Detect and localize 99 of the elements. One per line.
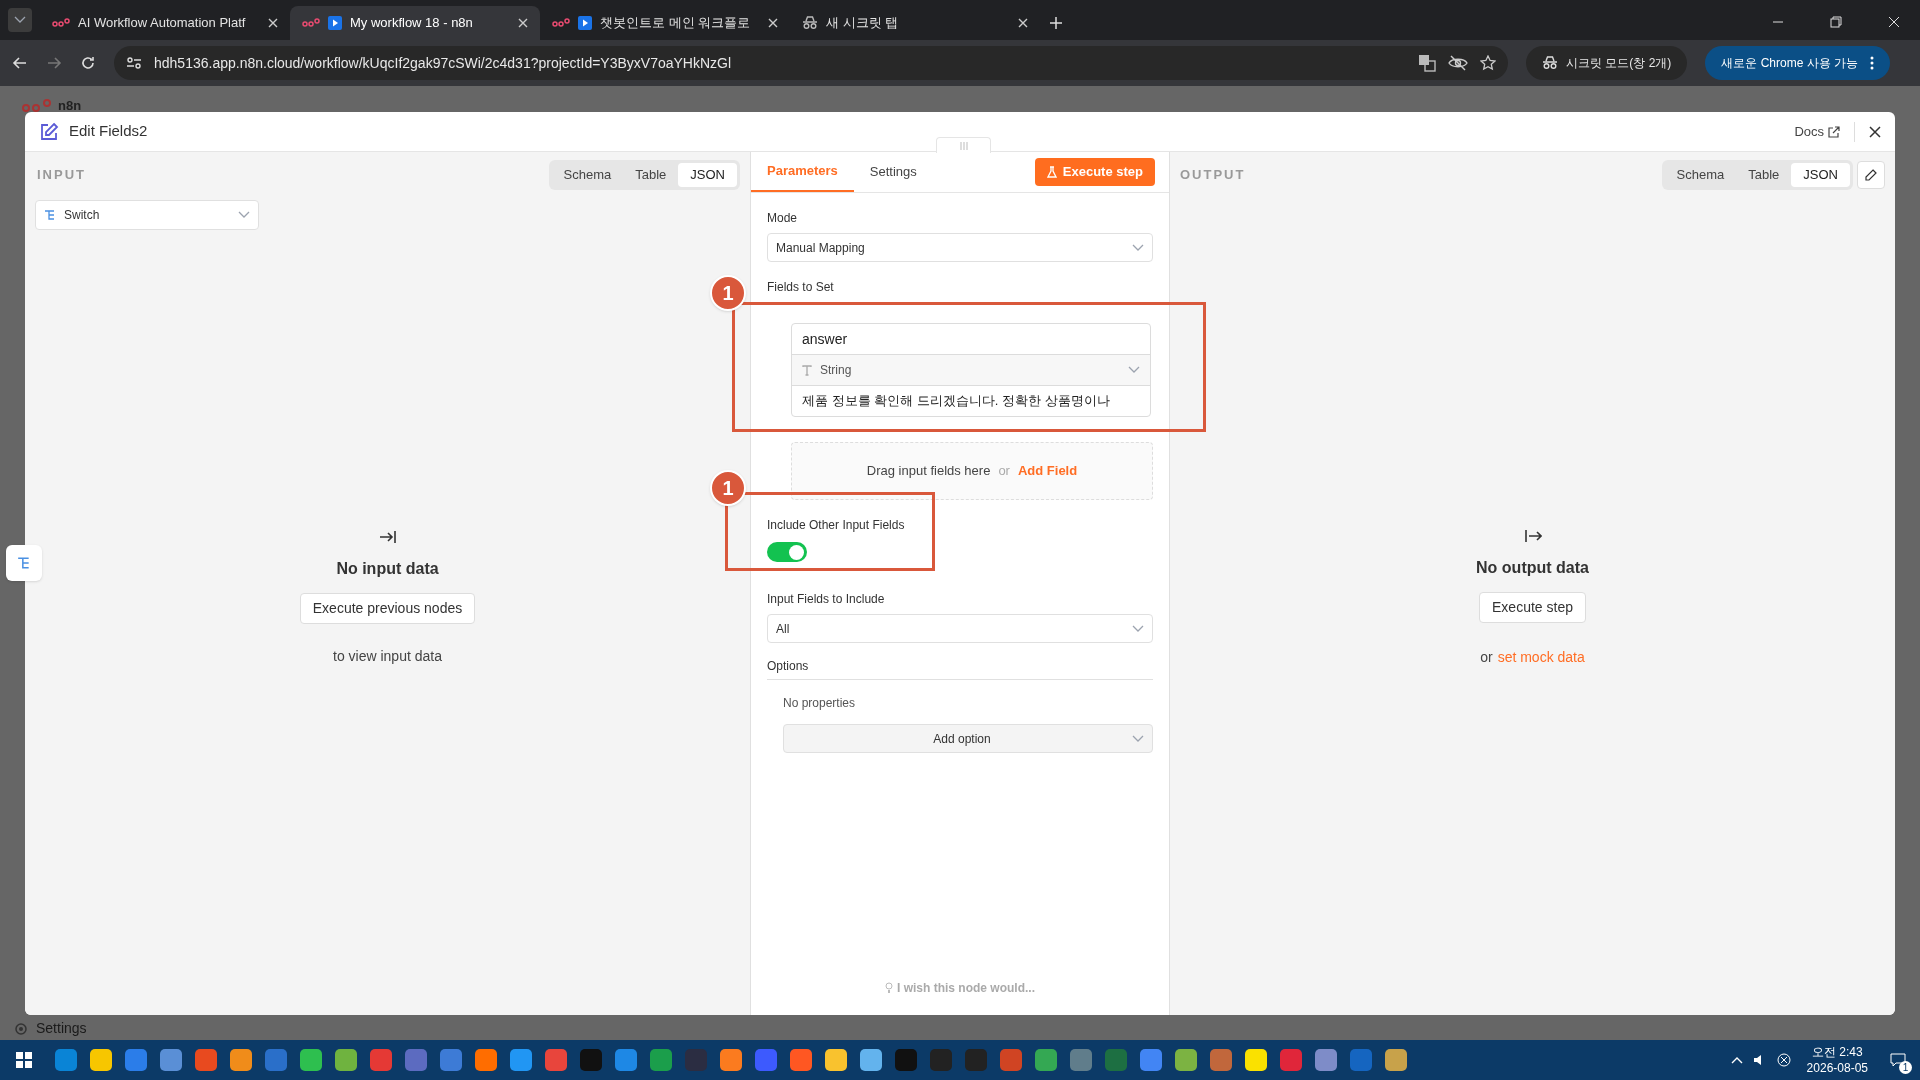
section-label: Fields to Set bbox=[767, 278, 1153, 303]
back-icon[interactable] bbox=[12, 55, 28, 71]
tab-title: 새 시크릿 탭 bbox=[826, 14, 900, 33]
workflow-logo-icon bbox=[52, 18, 70, 28]
eye-slash-icon[interactable] bbox=[1448, 55, 1468, 71]
external-link-icon bbox=[1828, 125, 1840, 138]
text-type-icon bbox=[802, 364, 812, 376]
chevron-down-icon bbox=[1132, 734, 1144, 743]
field-label: Include Other Input Fields bbox=[767, 517, 906, 534]
empty-hint: to view input data bbox=[333, 646, 442, 666]
or-text: or bbox=[998, 462, 1010, 481]
panel-heading: OUTPUT bbox=[1180, 166, 1247, 185]
network-icon[interactable] bbox=[1776, 1053, 1791, 1067]
chevron-down-icon bbox=[1132, 624, 1144, 633]
incognito-icon bbox=[802, 16, 818, 30]
node-select[interactable]: Switch bbox=[35, 200, 259, 230]
reload-icon[interactable] bbox=[80, 55, 96, 71]
tab-list-button[interactable] bbox=[8, 8, 32, 32]
panel-tab[interactable]: Settings bbox=[853, 152, 933, 192]
forward-icon[interactable] bbox=[46, 55, 62, 71]
notification-count: 1 bbox=[1899, 1061, 1912, 1074]
node-select-value: Switch bbox=[64, 207, 101, 224]
view-tab[interactable]: Schema bbox=[551, 163, 624, 187]
tab-title: 챗봇인트로 메인 워크플로 bbox=[600, 14, 752, 33]
drag-handle[interactable] bbox=[936, 137, 991, 153]
play-icon bbox=[328, 16, 342, 30]
type-select[interactable]: String bbox=[792, 355, 1150, 386]
execute-step-button[interactable]: Execute step bbox=[1479, 591, 1586, 623]
empty-title: No input data bbox=[336, 558, 439, 579]
empty-options-text: No properties bbox=[783, 695, 857, 712]
mode-select[interactable]: Manual Mapping bbox=[767, 233, 1153, 262]
windows-start-icon[interactable] bbox=[16, 1052, 32, 1068]
empty-title: No output data bbox=[1476, 557, 1589, 578]
section-label: Options bbox=[767, 657, 1153, 680]
workflow-logo-icon bbox=[302, 18, 320, 28]
tab-title: AI Workflow Automation Platf bbox=[78, 14, 247, 33]
address-bar[interactable]: hdh5136.app.n8n.cloud/workflow/kUqcIf2gak97cSWi/2c4d31?projectId=Y3ByxV7oaYHkNzGl bbox=[114, 46, 1508, 80]
update-chip[interactable]: 새로운 Chrome 사용 가능 bbox=[1705, 46, 1891, 80]
arrow-into-bar-icon bbox=[378, 528, 397, 545]
chevron-down-icon bbox=[1132, 243, 1144, 252]
panel-heading: INPUT bbox=[36, 166, 86, 185]
arrow-from-bar-icon bbox=[1523, 527, 1542, 544]
new-tab-icon[interactable] bbox=[1050, 17, 1062, 29]
settings-icon[interactable] bbox=[14, 1021, 28, 1036]
pencil-icon bbox=[1865, 169, 1877, 181]
clock-time[interactable]: 오전 2:43 bbox=[1811, 1044, 1863, 1060]
drop-zone[interactable]: Drag input fields here or Add Field bbox=[791, 442, 1153, 500]
or-text: or bbox=[1480, 647, 1493, 667]
chevron-down-icon bbox=[1128, 366, 1140, 374]
select-value: Manual Mapping bbox=[776, 239, 866, 257]
type-value: String bbox=[820, 362, 853, 379]
tab-title: My workflow 18 - n8n bbox=[350, 14, 474, 33]
restore-icon[interactable] bbox=[1830, 16, 1842, 28]
browser-tab[interactable]: AI Workflow Automation Platf bbox=[40, 6, 290, 40]
translate-icon[interactable] bbox=[1418, 54, 1436, 72]
chevron-down-icon bbox=[238, 211, 250, 219]
incognito-icon bbox=[1542, 56, 1558, 70]
drop-zone-text: Drag input fields here bbox=[866, 462, 991, 481]
browser-tab[interactable]: 챗봇인트로 메인 워크플로 bbox=[540, 6, 790, 40]
view-tab[interactable]: JSON bbox=[678, 163, 737, 187]
app-logo-text: n8n bbox=[58, 97, 82, 115]
incognito-chip[interactable]: 시크릿 모드(창 2개) bbox=[1526, 46, 1688, 80]
browser-tab[interactable]: My workflow 18 - n8n bbox=[290, 6, 540, 40]
add-option-select[interactable]: Add option bbox=[783, 724, 1153, 753]
view-tab[interactable]: Table bbox=[1736, 163, 1792, 187]
notification-button[interactable]: 1 bbox=[1884, 1046, 1912, 1074]
floating-tree-button[interactable] bbox=[6, 545, 42, 581]
browser-tab[interactable]: 새 시크릿 탭 bbox=[790, 6, 1040, 40]
site-settings-icon[interactable] bbox=[126, 56, 142, 70]
chevron-up-icon[interactable] bbox=[1730, 1056, 1743, 1064]
field-label: Input Fields to Include bbox=[767, 591, 886, 608]
lightbulb-icon bbox=[885, 982, 893, 994]
chevron-down-icon bbox=[14, 16, 26, 24]
play-icon bbox=[578, 16, 592, 30]
close-icon[interactable] bbox=[1869, 125, 1881, 138]
view-tab[interactable]: Table bbox=[623, 163, 679, 187]
field-value-input[interactable]: 제품 정보를 확인해 드리겠습니다. 정확한 상품명이나 bbox=[792, 386, 1150, 416]
clock-date[interactable]: 2026-08-05 bbox=[1806, 1060, 1868, 1076]
view-tab[interactable]: Schema bbox=[1664, 163, 1737, 187]
edit-icon bbox=[39, 121, 59, 142]
toggle-switch[interactable] bbox=[767, 542, 807, 562]
view-tab[interactable]: JSON bbox=[1791, 163, 1850, 187]
select-value: All bbox=[776, 620, 791, 638]
docs-link[interactable]: Docs bbox=[1794, 121, 1840, 142]
flask-icon bbox=[1046, 166, 1057, 178]
modal-title: Edit Fields2 bbox=[69, 121, 149, 142]
star-icon[interactable] bbox=[1480, 55, 1496, 71]
add-option-label: Add option bbox=[932, 730, 992, 748]
execute-previous-button[interactable]: Execute previous nodes bbox=[299, 592, 476, 624]
more-icon[interactable] bbox=[1870, 56, 1875, 70]
url-text: hdh5136.app.n8n.cloud/workflow/kUqcIf2gak97cSWi/2c4d31?projectId=Y3ByxV7oaYHkNzGl bbox=[154, 53, 733, 73]
edit-output-button[interactable] bbox=[1857, 161, 1885, 189]
workflow-logo-icon bbox=[552, 18, 570, 28]
n8n-logo-icon bbox=[22, 98, 52, 113]
field-label: Mode bbox=[767, 210, 799, 227]
switch-node-icon bbox=[17, 556, 31, 570]
switch-node-icon bbox=[44, 209, 56, 221]
grip-icon bbox=[959, 141, 968, 150]
include-select[interactable]: All bbox=[767, 614, 1153, 643]
